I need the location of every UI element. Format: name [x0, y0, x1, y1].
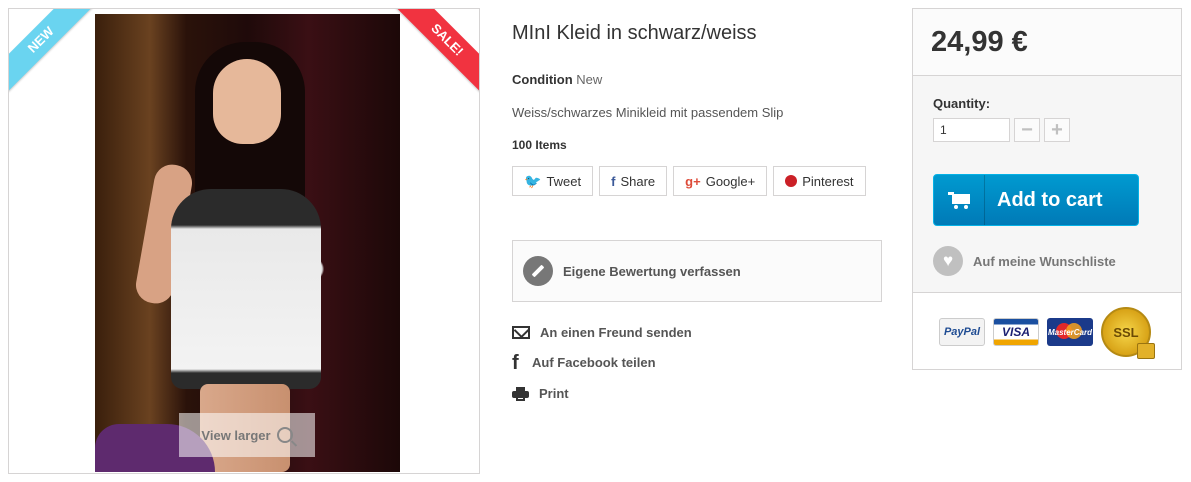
- condition-label: Condition: [512, 72, 573, 87]
- share-label: Share: [620, 173, 656, 189]
- add-to-cart-label: Add to cart: [997, 188, 1103, 211]
- product-condition: Condition New: [512, 72, 602, 87]
- quantity-increase-button[interactable]: +: [1044, 118, 1070, 142]
- facebook-share-link[interactable]: f Auf Facebook teilen: [512, 351, 656, 374]
- googleplus-icon: g+: [685, 173, 701, 189]
- cart-area: Quantity: 1 − + Add to cart ♥ Auf meine …: [913, 76, 1181, 293]
- share-button[interactable]: f Share: [599, 166, 668, 196]
- ssl-badge: SSL: [1101, 307, 1155, 359]
- social-buttons: 🐦 Tweet f Share g+ Google+ Pinterest: [512, 166, 866, 196]
- mastercard-logo: MasterCard: [1047, 318, 1093, 346]
- facebook-icon: f: [512, 351, 519, 374]
- cart-icon: [934, 175, 985, 225]
- print-label: Print: [539, 386, 569, 401]
- zoom-icon: [276, 427, 293, 443]
- wishlist-label: Auf meine Wunschliste: [973, 253, 1116, 269]
- googleplus-button[interactable]: g+ Google+: [673, 166, 768, 196]
- product-description: Weiss/schwarzes Minikleid mit passendem …: [512, 105, 784, 120]
- tweet-button[interactable]: 🐦 Tweet: [512, 166, 594, 196]
- printer-icon: [512, 386, 529, 401]
- quantity-decrease-button[interactable]: −: [1014, 118, 1040, 142]
- product-title: MInI Kleid in schwarz/weiss: [512, 22, 757, 44]
- photo-face: [213, 59, 281, 144]
- pinterest-label: Pinterest: [802, 173, 854, 189]
- tweet-label: Tweet: [546, 173, 582, 189]
- googleplus-label: Google+: [705, 173, 756, 189]
- stock-count: 100 Items: [512, 138, 567, 152]
- view-larger-button[interactable]: View larger: [179, 413, 315, 457]
- pencil-icon: [523, 256, 553, 286]
- product-price: 24,99 €: [931, 25, 1028, 58]
- photo-dress: [171, 189, 321, 389]
- send-to-friend-label: An einen Freund senden: [540, 325, 692, 340]
- pinterest-icon: [785, 175, 798, 187]
- lock-icon: [1137, 343, 1155, 359]
- ssl-label: SSL: [1113, 324, 1139, 340]
- add-to-cart-button[interactable]: Add to cart: [933, 174, 1139, 226]
- buy-box: 24,99 € Quantity: 1 − + Add to cart ♥ Au…: [912, 8, 1182, 370]
- view-larger-label: View larger: [201, 427, 271, 443]
- product-image-box: NEW SALE! View larger: [8, 8, 480, 474]
- sale-ribbon: SALE!: [395, 9, 479, 92]
- new-ribbon: NEW: [9, 9, 93, 92]
- quantity-input[interactable]: 1: [933, 118, 1010, 142]
- send-to-friend-link[interactable]: An einen Freund senden: [512, 325, 692, 340]
- visa-logo: VISA: [993, 318, 1039, 346]
- facebook-share-label: Auf Facebook teilen: [532, 355, 656, 370]
- payment-logos: PayPal VISA MasterCard SSL: [913, 293, 1181, 371]
- envelope-icon: [512, 326, 530, 339]
- twitter-icon: 🐦: [524, 172, 542, 189]
- write-review-box[interactable]: Eigene Bewertung verfassen: [512, 240, 882, 302]
- wishlist-link[interactable]: ♥ Auf meine Wunschliste: [933, 246, 1116, 276]
- pinterest-button[interactable]: Pinterest: [773, 166, 866, 196]
- paypal-logo: PayPal: [939, 318, 985, 346]
- print-link[interactable]: Print: [512, 386, 569, 401]
- write-review-label: Eigene Bewertung verfassen: [563, 263, 741, 279]
- condition-value: New: [576, 72, 603, 87]
- quantity-label: Quantity:: [933, 96, 991, 111]
- heart-icon: ♥: [933, 246, 963, 276]
- price-area: 24,99 €: [913, 9, 1181, 76]
- facebook-icon: f: [611, 173, 616, 189]
- product-photo[interactable]: [95, 14, 400, 472]
